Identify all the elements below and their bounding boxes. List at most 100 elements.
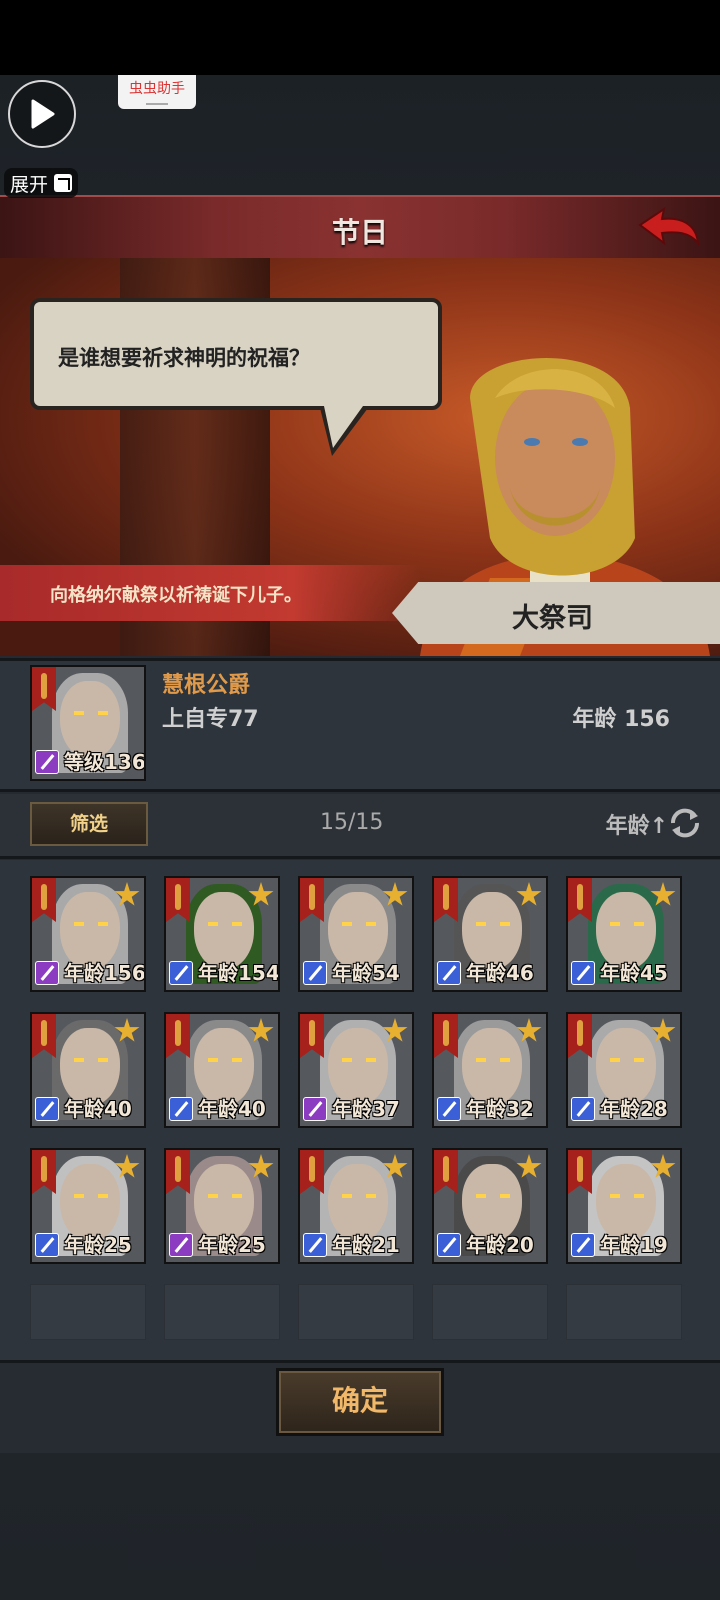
event-description-banner: 向格纳尔献祭以祈祷诞下儿子。 bbox=[0, 565, 420, 621]
page-title: 节日 bbox=[331, 216, 388, 249]
selected-character-panel: 等级136 慧根公爵 上自专77 年龄 156 bbox=[0, 658, 720, 792]
age-label: 年龄19 bbox=[600, 1233, 668, 1257]
character-eye bbox=[342, 1194, 352, 1198]
refresh-sort-icon[interactable] bbox=[666, 804, 704, 842]
character-eye bbox=[634, 922, 644, 926]
character-card[interactable]: 年龄32 bbox=[432, 1012, 548, 1128]
wheat-banner-icon bbox=[166, 1014, 190, 1058]
wheat-banner-icon bbox=[300, 878, 324, 922]
character-eye bbox=[232, 1194, 242, 1198]
staff-class-icon bbox=[35, 961, 59, 985]
character-card[interactable]: 年龄54 bbox=[298, 876, 414, 992]
age-label: 年龄156 bbox=[64, 961, 146, 985]
wheat-banner-icon bbox=[32, 1014, 56, 1058]
selected-portrait[interactable]: 等级136 bbox=[30, 665, 146, 781]
character-card[interactable]: 年龄40 bbox=[164, 1012, 280, 1128]
character-eye bbox=[342, 922, 352, 926]
character-eye bbox=[366, 1058, 376, 1062]
character-grid: 年龄156 年龄154 年龄54 年龄46 年龄45 年龄40 年龄40 年龄37 年龄32 年龄… bbox=[0, 860, 720, 1360]
character-card[interactable]: 年龄21 bbox=[298, 1148, 414, 1264]
age-label: 年龄25 bbox=[198, 1233, 266, 1257]
character-eye bbox=[74, 1058, 84, 1062]
back-arrow-icon[interactable] bbox=[636, 205, 702, 251]
sword-class-icon bbox=[571, 961, 595, 985]
helper-tag[interactable]: 虫虫助手 bbox=[118, 75, 196, 109]
character-eye bbox=[476, 1058, 486, 1062]
drag-handle[interactable] bbox=[146, 103, 168, 105]
confirm-button[interactable]: 确定 bbox=[276, 1368, 444, 1436]
character-card[interactable]: 年龄40 bbox=[30, 1012, 146, 1128]
sword-class-icon bbox=[437, 1233, 461, 1257]
character-card[interactable]: 年龄25 bbox=[30, 1148, 146, 1264]
character-eye bbox=[610, 1058, 620, 1062]
character-eye bbox=[98, 1058, 108, 1062]
staff-class-icon bbox=[169, 1233, 193, 1257]
character-eye bbox=[98, 1194, 108, 1198]
speech-text: 是谁想要祈求神明的祝福？ bbox=[58, 346, 310, 370]
character-card[interactable]: 年龄28 bbox=[566, 1012, 682, 1128]
speech-bubble: 是谁想要祈求神明的祝福？ bbox=[30, 298, 442, 410]
age-label: 年龄21 bbox=[332, 1233, 400, 1257]
character-card[interactable]: 年龄154 bbox=[164, 876, 280, 992]
character-eye bbox=[366, 922, 376, 926]
character-eye bbox=[208, 1058, 218, 1062]
character-card[interactable]: 年龄46 bbox=[432, 876, 548, 992]
character-eye bbox=[634, 1058, 644, 1062]
play-icon bbox=[31, 99, 55, 129]
sword-class-icon bbox=[35, 1233, 59, 1257]
character-eye bbox=[74, 922, 84, 926]
wheat-banner-icon bbox=[568, 1014, 592, 1058]
empty-slot bbox=[164, 1284, 280, 1340]
character-card[interactable]: 年龄37 bbox=[298, 1012, 414, 1128]
sword-class-icon bbox=[437, 1097, 461, 1121]
sword-class-icon bbox=[303, 1233, 327, 1257]
age-label: 年龄28 bbox=[600, 1097, 668, 1121]
wheat-banner-icon bbox=[166, 878, 190, 922]
age-label: 年龄40 bbox=[198, 1097, 266, 1121]
sort-label[interactable]: 年龄↑ bbox=[606, 808, 668, 840]
character-eye bbox=[366, 1194, 376, 1198]
character-card[interactable]: 年龄19 bbox=[566, 1148, 682, 1264]
sword-class-icon bbox=[169, 961, 193, 985]
staff-class-icon bbox=[35, 750, 59, 774]
character-eye bbox=[500, 1058, 510, 1062]
empty-slot bbox=[298, 1284, 414, 1340]
age-label: 年龄54 bbox=[332, 961, 400, 985]
character-eye bbox=[208, 1194, 218, 1198]
character-eye bbox=[500, 1194, 510, 1198]
wheat-banner-icon bbox=[32, 667, 56, 711]
expand-label: 展开 bbox=[10, 173, 49, 196]
age-label: 年龄37 bbox=[332, 1097, 400, 1121]
age-label: 年龄20 bbox=[466, 1233, 534, 1257]
wheat-banner-icon bbox=[32, 878, 56, 922]
age-label: 年龄32 bbox=[466, 1097, 534, 1121]
sword-class-icon bbox=[169, 1097, 193, 1121]
wheat-banner-icon bbox=[300, 1014, 324, 1058]
expand-button[interactable]: 展开 bbox=[4, 168, 79, 198]
character-subtitle: 上自专77 bbox=[162, 707, 259, 732]
level-label: 等级136 bbox=[64, 750, 146, 774]
age-label: 年龄154 bbox=[198, 961, 280, 985]
age-label: 年龄25 bbox=[64, 1233, 132, 1257]
character-card[interactable]: 年龄156 bbox=[30, 876, 146, 992]
npc-name: 大祭司 bbox=[512, 603, 593, 634]
filter-button[interactable]: 筛选 bbox=[30, 802, 148, 846]
age-label: 年龄46 bbox=[466, 961, 534, 985]
event-description: 向格纳尔献祭以祈祷诞下儿子。 bbox=[50, 585, 302, 606]
event-scene: 是谁想要祈求神明的祝福？ 向格纳尔献祭以祈祷诞下儿子。 大祭司 bbox=[0, 258, 720, 656]
character-name: 慧根公爵 bbox=[162, 673, 251, 698]
character-card[interactable]: 年龄20 bbox=[432, 1148, 548, 1264]
wheat-banner-icon bbox=[434, 1014, 458, 1058]
character-eye bbox=[208, 922, 218, 926]
wheat-banner-icon bbox=[300, 1150, 324, 1194]
wheat-banner-icon bbox=[568, 1150, 592, 1194]
empty-slot bbox=[566, 1284, 682, 1340]
character-card[interactable]: 年龄25 bbox=[164, 1148, 280, 1264]
sword-class-icon bbox=[437, 961, 461, 985]
character-card[interactable]: 年龄45 bbox=[566, 876, 682, 992]
character-eye bbox=[634, 1194, 644, 1198]
play-button[interactable] bbox=[8, 80, 76, 148]
staff-class-icon bbox=[303, 1097, 327, 1121]
sword-class-icon bbox=[571, 1233, 595, 1257]
character-eye bbox=[610, 1194, 620, 1198]
